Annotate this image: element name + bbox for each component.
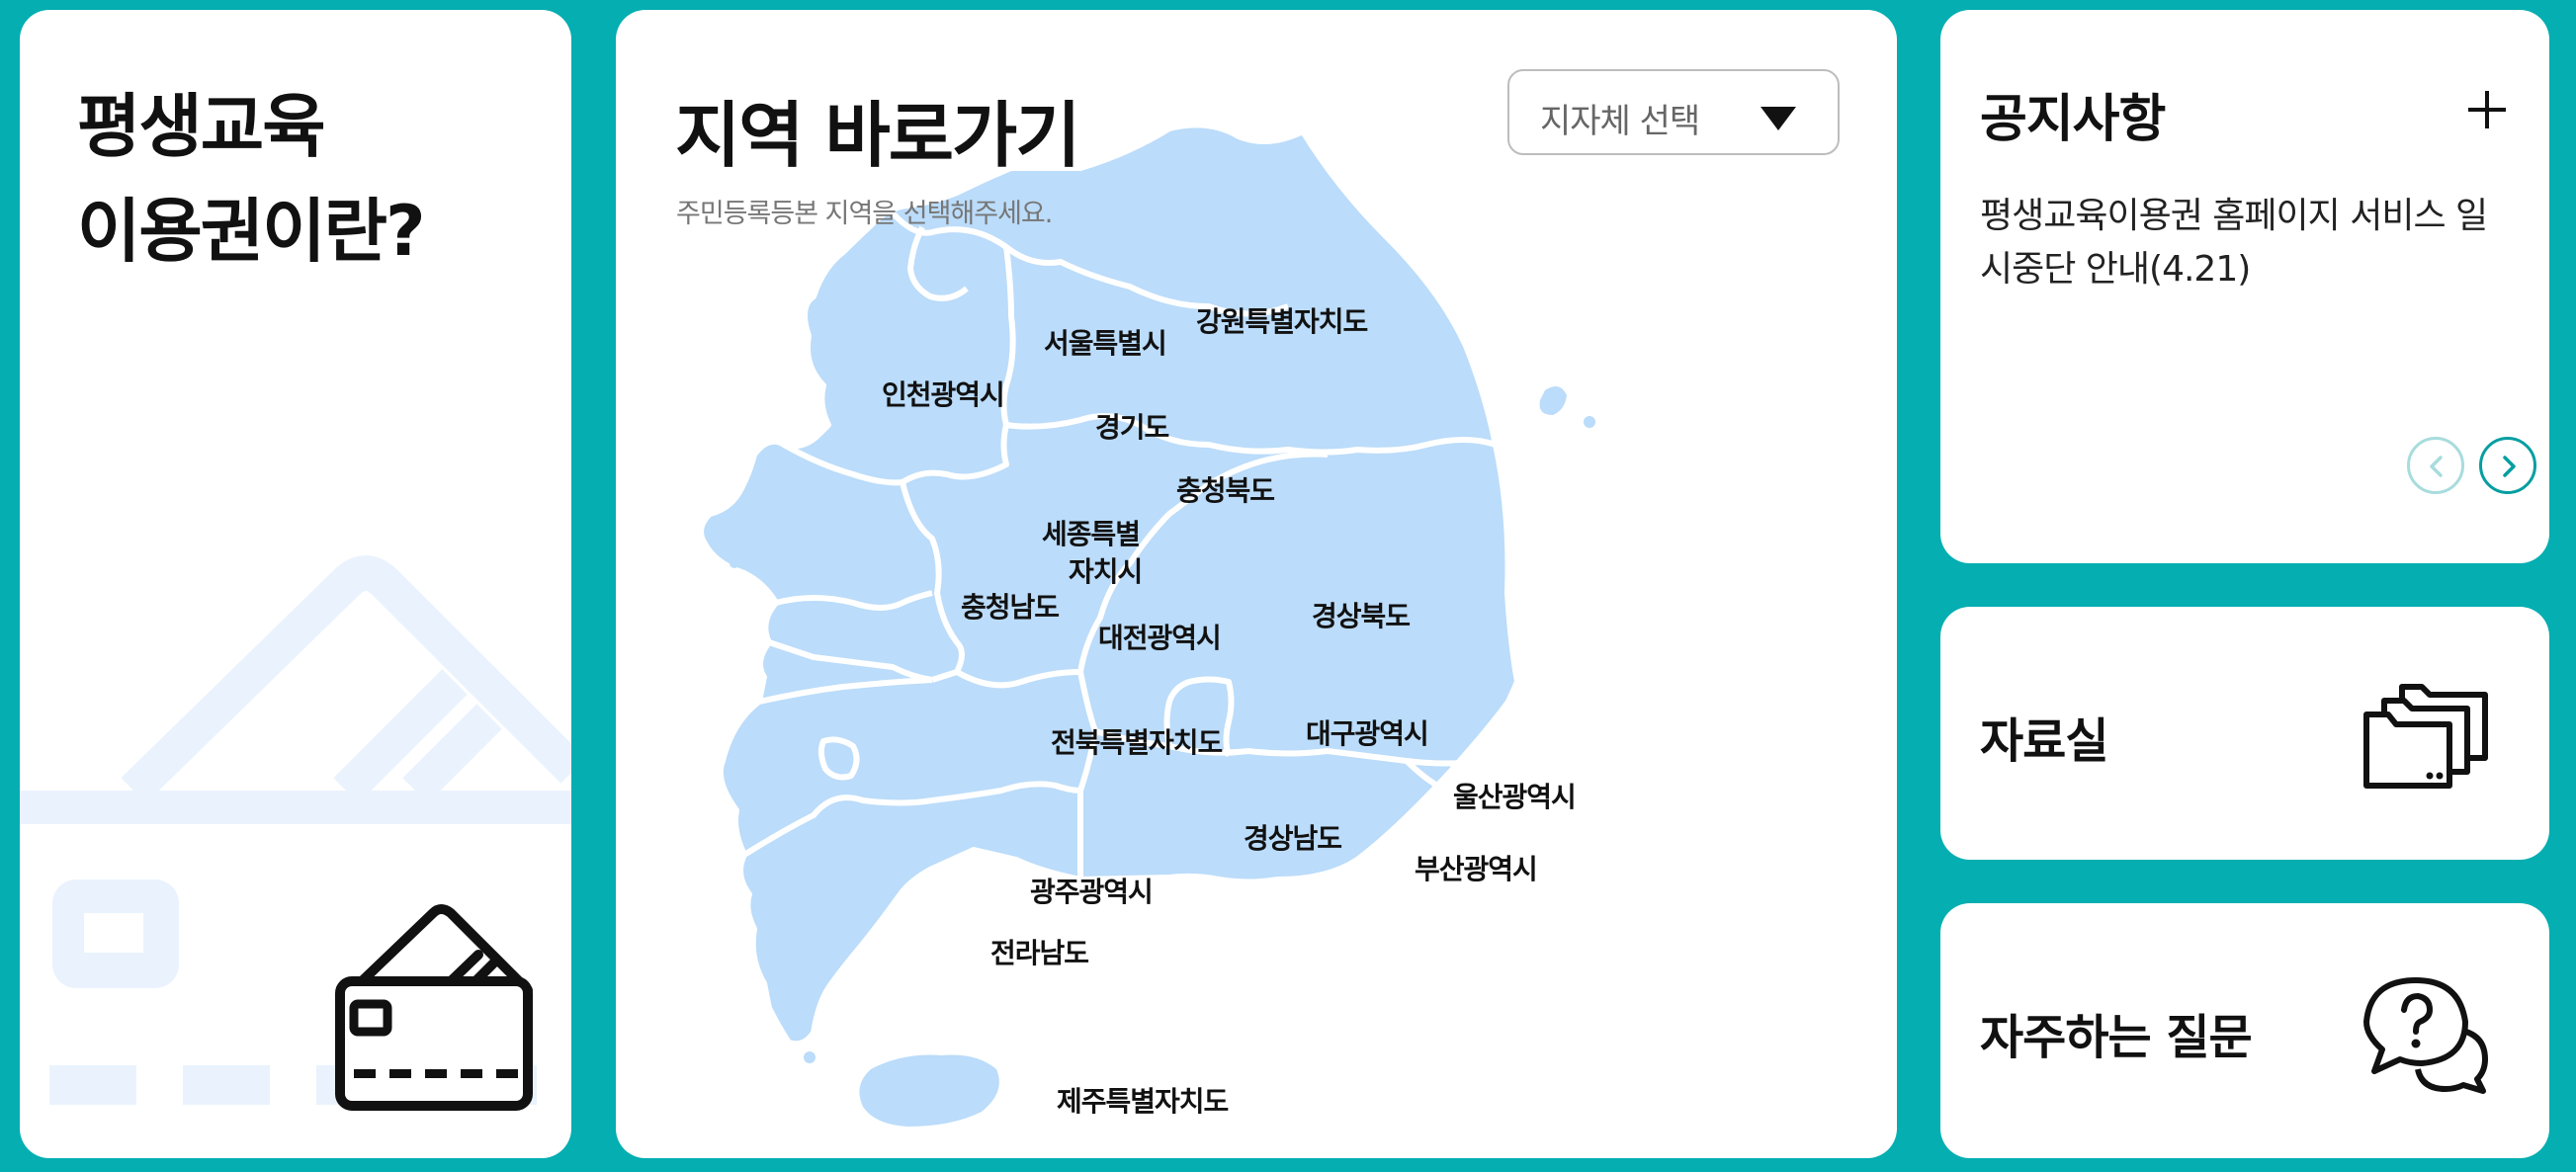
- region-gyeongbuk[interactable]: 경상북도: [1312, 600, 1411, 632]
- notice-item-link[interactable]: 평생교육이용권 홈페이지 서비스 일시중단 안내(4.21): [1980, 190, 2514, 296]
- region-chungbuk[interactable]: 충청북도: [1176, 474, 1275, 507]
- plus-icon[interactable]: [2464, 87, 2510, 132]
- notice-prev-button[interactable]: [2407, 437, 2464, 494]
- data-room-label: 자료실: [1980, 713, 2108, 769]
- region-gangwon[interactable]: 강원특별자치도: [1196, 305, 1369, 338]
- notice-next-button[interactable]: [2479, 437, 2536, 494]
- region-jeju[interactable]: 제주특별자치도: [1057, 1085, 1230, 1118]
- voucher-info-card[interactable]: 평생교육 이용권이란?: [20, 10, 571, 1158]
- region-ulsan[interactable]: 울산광역시: [1453, 781, 1577, 813]
- korea-region-map: 서울특별시 강원특별자치도 인천광역시 경기도 충청북도 세종특별 자치시 충청…: [698, 122, 1595, 1127]
- region-sejong-line1[interactable]: 세종특별: [1042, 518, 1141, 550]
- faq-label: 자주하는 질문: [1980, 1010, 2253, 1065]
- region-busan[interactable]: 부산광역시: [1415, 853, 1538, 885]
- region-sejong-line2[interactable]: 자치시: [1069, 555, 1143, 588]
- municipality-select[interactable]: 지자체 선택: [1507, 69, 1840, 155]
- region-gwangju[interactable]: 광주광역시: [1030, 876, 1154, 908]
- region-jeonbuk[interactable]: 전북특별자치도: [1051, 726, 1224, 759]
- region-incheon[interactable]: 인천광역시: [882, 378, 1005, 411]
- region-chungnam[interactable]: 충청남도: [961, 591, 1060, 624]
- voucher-title: 평생교육 이용권이란?: [77, 74, 426, 284]
- triangle-down-icon: [1760, 107, 1796, 130]
- region-daegu[interactable]: 대구광역시: [1306, 717, 1429, 750]
- data-room-card[interactable]: 자료실: [1940, 607, 2549, 860]
- region-shortcut-card: 서울특별시 강원특별자치도 인천광역시 경기도 충청북도 세종특별 자치시 충청…: [616, 10, 1897, 1158]
- region-daejeon[interactable]: 대전광역시: [1098, 622, 1222, 654]
- voucher-title-line2: 이용권이란?: [77, 191, 426, 272]
- region-jeonnam[interactable]: 전라남도: [990, 937, 1089, 969]
- folders-icon: [2363, 684, 2488, 789]
- region-map-title: 지역 바로가기: [675, 94, 1081, 177]
- municipality-select-label: 지자체 선택: [1540, 102, 1700, 141]
- chevron-left-icon: [2430, 456, 2443, 477]
- faq-card[interactable]: 자주하는 질문: [1940, 903, 2549, 1158]
- region-map-subtitle: 주민등록등본 지역을 선택해주세요.: [676, 199, 1053, 229]
- chevron-right-icon: [2503, 456, 2516, 477]
- ulleung-island: [1539, 386, 1567, 415]
- region-seoul[interactable]: 서울특별시: [1044, 327, 1167, 360]
- region-gyeongnam[interactable]: 경상남도: [1244, 822, 1342, 855]
- notice-title: 공지사항: [1980, 90, 2166, 149]
- voucher-title-line1: 평생교육: [77, 86, 326, 167]
- credit-card-icon: [335, 904, 533, 1111]
- region-gyeonggi[interactable]: 경기도: [1095, 411, 1170, 444]
- question-chat-icon: [2363, 977, 2488, 1094]
- jeju-shape: [859, 1054, 999, 1127]
